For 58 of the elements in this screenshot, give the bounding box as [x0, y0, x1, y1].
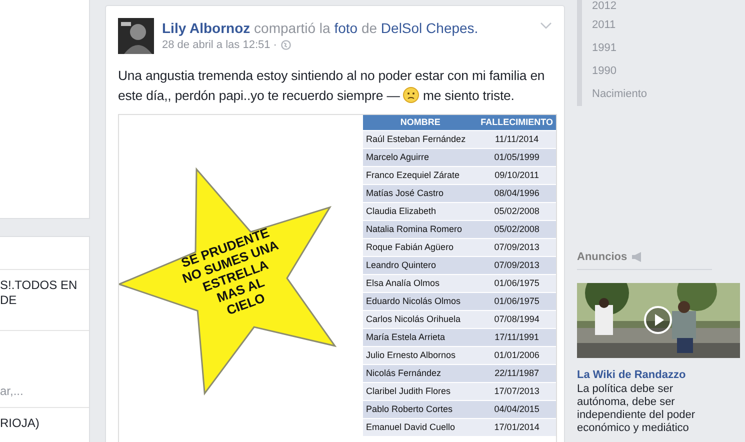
table-cell: 07/08/1994 — [478, 310, 556, 328]
ad-title-link[interactable]: La Wiki de Randazzo — [577, 369, 686, 381]
globe-icon — [280, 40, 291, 50]
timeline-item[interactable]: Nacimiento — [592, 88, 648, 100]
table-cell: 11/11/2014 — [478, 130, 556, 148]
table-cell: Roque Fabián Agüero — [363, 238, 478, 256]
column-header: NOMBRE — [363, 115, 478, 130]
table-cell: 09/10/2011 — [478, 166, 556, 184]
table-cell: 01/06/1975 — [478, 274, 556, 292]
table-cell: Marcelo Aguirre — [363, 148, 478, 166]
play-icon[interactable] — [643, 305, 673, 335]
table-cell: 08/04/1996 — [478, 184, 556, 202]
timeline-item[interactable]: 1991 — [592, 42, 616, 54]
author-link[interactable]: Lily Albornoz — [162, 20, 250, 36]
post-header: Lily Albornoz compartió la foto de DelSol Chepes. — [162, 19, 480, 37]
table-cell: Claudia Elizabeth — [363, 202, 478, 220]
table-cell: Julio Ernesto Albornos — [363, 346, 478, 364]
page-link[interactable]: DelSol Chepes. — [380, 20, 478, 36]
table-cell: 01/06/1975 — [478, 292, 556, 310]
table-cell: Franco Ezequiel Zárate — [363, 166, 478, 184]
table-cell: 17/07/2013 — [478, 382, 556, 400]
shared-image[interactable] — [118, 114, 557, 442]
table-cell: Emanuel David Cuello — [363, 418, 478, 436]
table-cell: Claribel Judith Flores — [363, 382, 478, 400]
ads-heading: Anuncios — [577, 251, 628, 263]
table-cell: Raúl Esteban Fernández — [363, 130, 478, 148]
megaphone-icon — [631, 252, 644, 262]
list-item-text[interactable]: S!.TODOS EN DE — [0, 278, 89, 308]
table-cell: 05/02/2008 — [478, 220, 556, 238]
column-header: FALLECIMIENTO — [478, 115, 556, 130]
table-cell: María Estela Arrieta — [363, 328, 478, 346]
table-cell: Eduardo Nicolás Olmos — [363, 292, 478, 310]
ad-description: La política debe ser autónoma, debe ser independiente del poder económico y mediático — [577, 383, 696, 435]
table-cell: Matías José Castro — [363, 184, 478, 202]
table-cell: Pablo Roberto Cortes — [363, 400, 478, 418]
table-cell: Natalia Romina Romero — [363, 220, 478, 238]
photo-link[interactable]: foto — [334, 20, 358, 36]
timeline-item[interactable]: 1990 — [592, 65, 616, 77]
table-cell: 01/01/2006 — [478, 346, 556, 364]
sad-face-icon — [403, 87, 420, 103]
table-cell: Leandro Quintero — [363, 256, 478, 274]
post-date[interactable]: 28 de abril a las 12:51 · — [162, 39, 277, 51]
table-cell: 17/11/1991 — [478, 328, 556, 346]
table-cell: Elsa Analía Olmos — [363, 274, 478, 292]
timeline-item[interactable]: 2011 — [592, 19, 616, 31]
table-cell: 17/01/2014 — [478, 418, 556, 436]
table-cell: 05/02/2008 — [478, 202, 556, 220]
table-cell: 01/05/1999 — [478, 148, 556, 166]
table-cell: Nicolás Fernández — [363, 364, 478, 382]
table-cell: 22/11/1987 — [478, 364, 556, 382]
table-cell: Carlos Nicolás Orihuela — [363, 310, 478, 328]
list-item-text[interactable]: ar,... — [0, 384, 24, 399]
table-cell: 04/04/2015 — [478, 400, 556, 418]
post-text: Una angustia tremenda estoy sintiendo al no poder estar con mi familia en este día,, perdón papi..yo te recuerdo siempre — me siento triste. — [118, 67, 546, 105]
table-cell: 07/09/2013 — [478, 256, 556, 274]
table-cell: 07/09/2013 — [478, 238, 556, 256]
list-item-text[interactable]: RIOJA) — [0, 416, 40, 431]
timeline-item[interactable]: 2012 — [592, 0, 616, 13]
